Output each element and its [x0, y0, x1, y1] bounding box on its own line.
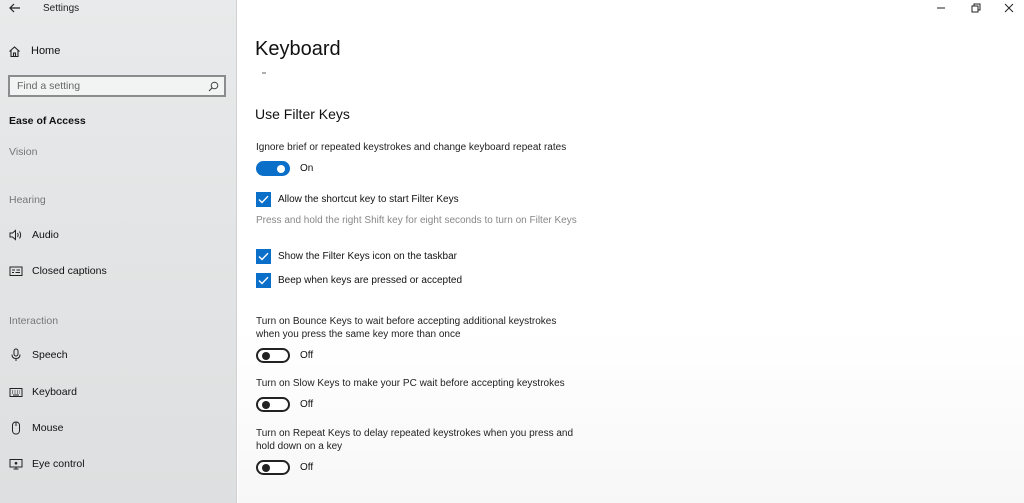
- filter-keys-toggle-row: On: [256, 161, 313, 176]
- sidebar-item-mouse[interactable]: Mouse: [8, 419, 64, 437]
- mouse-icon: [8, 420, 24, 436]
- checkmark-icon: [258, 276, 269, 285]
- toggle-state-label: Off: [300, 399, 314, 410]
- title-bar: Settings: [0, 0, 237, 20]
- minimize-button[interactable]: [926, 0, 956, 16]
- bounce-keys-description: Turn on Bounce Keys to wait before accep…: [256, 315, 556, 341]
- beep-checkbox[interactable]: [256, 273, 271, 288]
- toggle-knob: [277, 164, 285, 173]
- home-icon: [9, 45, 20, 57]
- back-arrow-icon: [9, 3, 20, 13]
- filter-keys-description: Ignore brief or repeated keystrokes and …: [256, 142, 567, 153]
- sidebar-item-closed-captions[interactable]: Closed captions: [8, 262, 107, 280]
- sidebar-item-label: Home: [31, 45, 61, 57]
- sidebar-item-label: Audio: [32, 229, 59, 241]
- shortcut-key-checkbox[interactable]: [256, 192, 271, 207]
- checkmark-icon: [258, 252, 269, 261]
- filter-keys-toggle[interactable]: [256, 161, 290, 176]
- sidebar-item-keyboard[interactable]: Keyboard: [8, 383, 77, 401]
- sidebar-item-home[interactable]: Home: [8, 42, 60, 60]
- group-label-vision: Vision: [9, 146, 38, 158]
- slow-keys-toggle[interactable]: [256, 397, 290, 412]
- sidebar-item-label: Speech: [32, 349, 68, 361]
- slow-keys-line-1: Turn on Slow Keys to make your PC wait b…: [256, 378, 565, 389]
- taskbar-icon-row: Show the Filter Keys icon on the taskbar: [256, 249, 457, 264]
- close-icon: [1004, 3, 1014, 13]
- keyboard-icon: [8, 384, 24, 400]
- minimize-icon: [937, 7, 945, 9]
- slow-keys-description: Turn on Slow Keys to make your PC wait b…: [256, 377, 565, 390]
- captions-icon: [8, 263, 24, 279]
- bounce-keys-toggle-row: Off: [256, 348, 313, 363]
- sidebar: Settings Home Ease of Access Vision Hear…: [0, 0, 237, 503]
- divider: [262, 72, 266, 74]
- toggle-knob: [262, 351, 270, 360]
- shortcut-key-row: Allow the shortcut key to start Filter K…: [256, 192, 459, 207]
- shortcut-key-label: Allow the shortcut key to start Filter K…: [278, 194, 459, 205]
- sidebar-item-speech[interactable]: Speech: [8, 346, 68, 364]
- beep-row: Beep when keys are pressed or accepted: [256, 273, 462, 288]
- speaker-icon: [8, 227, 24, 243]
- toggle-knob: [262, 463, 270, 472]
- bounce-keys-line-2: when you press the same key more than on…: [256, 329, 461, 340]
- sidebar-item-label: Keyboard: [32, 386, 77, 398]
- checkmark-icon: [258, 195, 269, 204]
- repeat-keys-toggle-row: Off: [256, 460, 313, 475]
- sidebar-section-title: Ease of Access: [9, 115, 86, 127]
- search-box: [8, 75, 226, 97]
- taskbar-icon-checkbox[interactable]: [256, 249, 271, 264]
- section-title: Use Filter Keys: [255, 106, 350, 122]
- bounce-keys-toggle[interactable]: [256, 348, 290, 363]
- search-input[interactable]: [10, 80, 204, 92]
- repeat-keys-toggle[interactable]: [256, 460, 290, 475]
- group-label-hearing: Hearing: [9, 194, 46, 206]
- back-button[interactable]: [6, 0, 24, 16]
- beep-label: Beep when keys are pressed or accepted: [278, 275, 462, 286]
- page-title: Keyboard: [255, 38, 341, 60]
- toggle-state-label: Off: [300, 462, 314, 473]
- taskbar-icon-label: Show the Filter Keys icon on the taskbar: [278, 251, 457, 262]
- toggle-state-label: On: [300, 163, 314, 174]
- toggle-state-label: Off: [300, 350, 314, 361]
- shortcut-key-hint: Press and hold the right Shift key for e…: [256, 215, 577, 226]
- bounce-keys-line-1: Turn on Bounce Keys to wait before accep…: [256, 316, 557, 327]
- main-content: Keyboard Use Filter Keys Ignore brief or…: [238, 0, 1024, 503]
- repeat-keys-line-1: Turn on Repeat Keys to delay repeated ke…: [256, 428, 574, 439]
- close-button[interactable]: [994, 0, 1024, 16]
- sidebar-item-eye-control[interactable]: Eye control: [8, 455, 85, 473]
- restore-icon: [971, 3, 981, 13]
- search-icon[interactable]: [204, 77, 222, 95]
- slow-keys-toggle-row: Off: [256, 397, 313, 412]
- sidebar-item-audio[interactable]: Audio: [8, 226, 59, 244]
- restore-button[interactable]: [961, 0, 991, 16]
- repeat-keys-description: Turn on Repeat Keys to delay repeated ke…: [256, 427, 573, 453]
- repeat-keys-line-2: hold down on a key: [256, 441, 343, 452]
- sidebar-item-label: Closed captions: [32, 265, 107, 277]
- toggle-knob: [262, 400, 270, 409]
- eye-control-icon: [8, 456, 24, 472]
- group-label-interaction: Interaction: [9, 315, 59, 327]
- app-title: Settings: [43, 3, 80, 14]
- sidebar-item-label: Mouse: [32, 422, 64, 434]
- sidebar-item-label: Eye control: [32, 458, 85, 470]
- microphone-icon: [8, 347, 24, 363]
